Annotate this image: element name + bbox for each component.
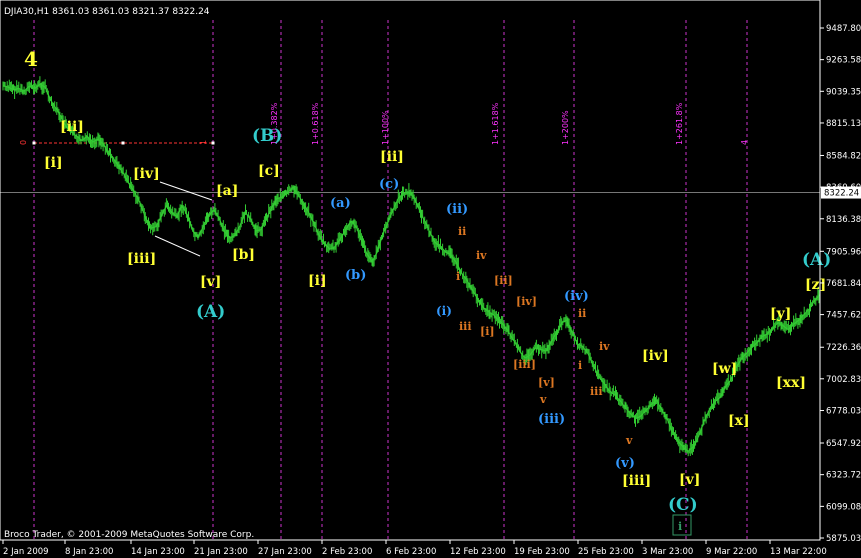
x-tick-label: 25 Feb 23:00 [578, 547, 634, 557]
x-tick-label: 27 Jan 23:00 [258, 547, 312, 557]
wave-label: iv [599, 340, 610, 353]
wave-label: (iii) [538, 412, 565, 427]
wave-label: [w] [712, 361, 737, 377]
fib-line-label: 1+200% [561, 110, 570, 145]
price-chart[interactable]: 1+0.382% 1+0.618% 1+100% 1+1.618% 1+200% 1+26… [0, 0, 861, 558]
wave-label: [v] [200, 274, 221, 290]
y-tick-label: 9039.35 [826, 87, 861, 97]
marker-point [121, 141, 125, 145]
x-tick-label: 3 Mar 23:00 [642, 547, 693, 557]
copyright-text: Broco Trader, © 2001-2009 MetaQuotes Sof… [4, 530, 254, 540]
fib-line-label: 1+261.8% [675, 102, 684, 145]
wave-label: (i) [436, 304, 452, 318]
y-tick-label: 6099.08 [826, 502, 861, 512]
wave-label: [v] [538, 376, 555, 389]
wave-label: [b] [232, 247, 255, 263]
wave-label: v [625, 434, 633, 447]
x-tick-label: 8 Jan 23:00 [65, 547, 113, 557]
x-tick-label: 2 Feb 23:00 [322, 547, 372, 557]
x-tick-label: 9 Mar 22:00 [706, 547, 757, 557]
wave-label: (iv) [564, 289, 589, 304]
x-tick-label: 12 Feb 23:00 [450, 547, 506, 557]
wave-label: [i] [480, 325, 495, 338]
y-tick-label: 7226.36 [826, 343, 861, 353]
chart-header: DJIA30,H1 8361.03 8361.03 8321.37 8322.2… [4, 7, 210, 17]
y-tick-label: 7905.96 [826, 247, 861, 257]
fib-line-label: 1+1.618% [491, 102, 500, 145]
y-tick-label: 6323.72 [826, 471, 861, 481]
y-tick-label: 7457.62 [826, 311, 861, 321]
y-tick-label: 6547.92 [826, 439, 861, 449]
marker-point [32, 141, 36, 145]
marker-point [211, 141, 215, 145]
wave-label: (v) [615, 456, 635, 471]
wave-label: [iv] [133, 166, 160, 182]
wave-label: [iii] [622, 473, 651, 489]
marker-label: 1 [199, 140, 208, 145]
wave-label: [i] [308, 273, 327, 289]
x-tick-label: 21 Jan 23:00 [194, 547, 248, 557]
wave-label: [a] [216, 183, 238, 199]
wave-label: v [539, 393, 547, 406]
current-price-label: 8322.24 [824, 189, 859, 199]
x-tick-label: 2 Jan 2009 [3, 547, 49, 557]
fib-line-label: 1+0.618% [311, 102, 320, 145]
wave-label: [iv] [516, 295, 537, 308]
symbol-label: DJIA30,H1 [4, 7, 49, 17]
wave-label: [ii] [494, 274, 513, 287]
wave-label: iv [476, 249, 487, 262]
wave-label: [c] [258, 163, 280, 179]
wave-label: [iii] [127, 251, 156, 267]
wave-label: [ii] [380, 149, 404, 165]
wave-label: ii [458, 225, 466, 238]
y-tick-label: 8136.38 [826, 215, 861, 225]
wave-label: i [456, 270, 460, 283]
wave-label: (a) [330, 196, 351, 211]
y-tick-label: 5875.03 [826, 534, 861, 544]
y-tick-label: 7681.84 [826, 279, 861, 289]
wave-label: [x] [728, 413, 750, 429]
y-tick-label: 8815.13 [826, 119, 861, 129]
x-tick-label: 13 Mar 22:00 [770, 547, 827, 557]
wave-label: [y] [770, 306, 791, 322]
y-tick-label: 7002.83 [826, 375, 861, 385]
wave-label: [iv] [642, 348, 669, 364]
wave-label: [i] [44, 155, 63, 171]
wave-label: (ii) [446, 202, 468, 217]
wave-label: (C) [668, 495, 698, 515]
wave-label: 4 [24, 47, 38, 71]
ohlc-values: 8361.03 8361.03 8321.37 8322.24 [52, 7, 210, 17]
y-tick-label: 8584.82 [826, 151, 861, 161]
wave-label: iii [590, 385, 603, 398]
y-tick-label: 9263.58 [826, 56, 861, 66]
wave-label: (B) [252, 126, 282, 146]
x-tick-label: 6 Feb 23:00 [386, 547, 436, 557]
y-tick-label: 6778.03 [826, 407, 861, 417]
wave-label: [v] [679, 472, 700, 488]
wave-label: [iii] [513, 358, 536, 371]
wave-label: [z] [805, 277, 826, 293]
chart-background [0, 0, 861, 558]
x-tick-label: 19 Feb 23:00 [514, 547, 570, 557]
wave-label: [xx] [776, 375, 806, 391]
wave-label: (b) [345, 268, 366, 283]
marker-label: 0 [19, 140, 28, 145]
wave-label: ii [578, 307, 586, 320]
wave-label: (c) [379, 177, 399, 192]
wave-label: i [578, 359, 582, 372]
x-tick-label: 14 Jan 23:00 [131, 547, 185, 557]
fib-line-label: 4 [740, 140, 749, 145]
y-tick-label: 9487.80 [826, 24, 861, 34]
wave-label: iii [459, 320, 472, 333]
wave-label: [ii] [60, 119, 84, 135]
fib-line-label: 1+100% [381, 110, 390, 145]
wave-label: i [678, 520, 682, 533]
wave-label: (A) [196, 302, 225, 322]
